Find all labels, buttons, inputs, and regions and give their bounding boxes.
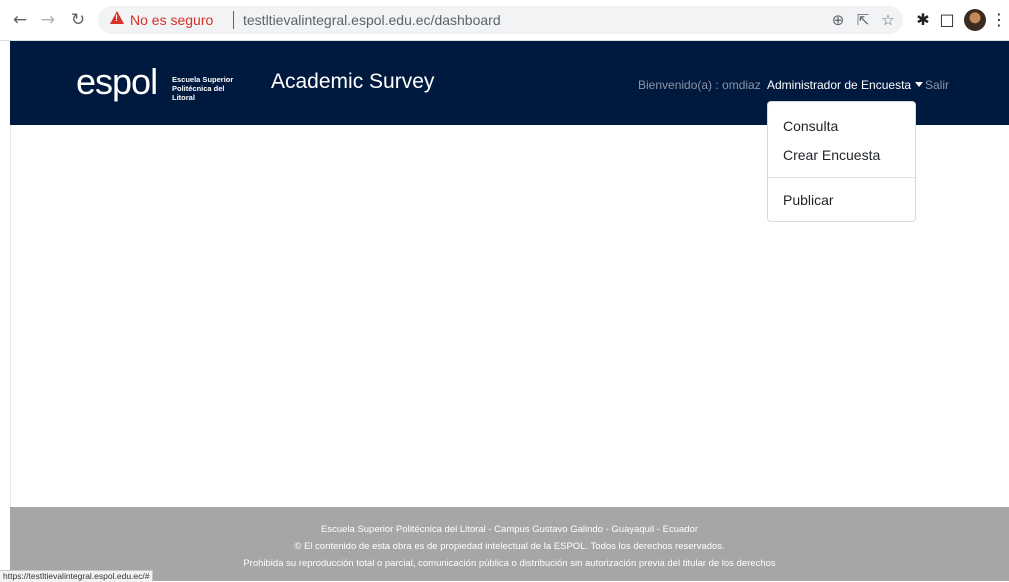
espol-logo[interactable]: espol <box>76 62 158 102</box>
extensions-icon[interactable]: ✱ <box>912 9 934 31</box>
dropdown-divider <box>768 177 915 178</box>
logout-link[interactable]: Salir <box>925 78 949 92</box>
browser-menu-icon[interactable]: ⋮ <box>988 9 1009 31</box>
site-footer: Escuela Superior Politécnica del Litoral… <box>10 507 1009 581</box>
welcome-text: Bienvenido(a) : omdiaz <box>638 78 761 92</box>
menu-item-publicar[interactable]: Publicar <box>783 192 834 208</box>
logo-subtitle-line-2: Politécnica del Litoral <box>172 84 225 102</box>
app-title[interactable]: Academic Survey <box>271 70 434 94</box>
share-icon[interactable]: ⇱ <box>853 10 873 30</box>
security-status[interactable]: No es seguro <box>130 12 213 28</box>
admin-dropdown-menu: Consulta Crear Encuesta Publicar <box>767 101 916 222</box>
logo-subtitle: Escuela Superior Politécnica del Litoral <box>172 75 242 102</box>
zoom-icon[interactable]: ⊕ <box>828 10 848 30</box>
logo-subtitle-line-1: Escuela Superior <box>172 75 234 84</box>
reload-icon[interactable]: ↻ <box>66 8 90 32</box>
browser-status-url: https://testltievalintegral.espol.edu.ec… <box>0 570 154 582</box>
divider <box>233 11 234 29</box>
bookmark-star-icon[interactable]: ☆ <box>878 10 898 30</box>
profile-avatar[interactable] <box>964 9 986 31</box>
footer-line-2: © El contenido de esta obra es de propie… <box>294 541 725 552</box>
back-icon[interactable]: ← <box>8 8 32 32</box>
forward-icon[interactable]: → <box>36 8 60 32</box>
menu-item-consulta[interactable]: Consulta <box>783 118 838 134</box>
footer-line-3: Prohibida su reproducción total o parcia… <box>243 558 776 569</box>
content-border <box>10 125 11 507</box>
caret-down-icon <box>915 82 924 87</box>
menu-item-crear-encuesta[interactable]: Crear Encuesta <box>783 147 880 163</box>
browser-toolbar: ← → ↻ No es seguro testltievalintegral.e… <box>0 0 1009 41</box>
side-panel-icon[interactable]: □ <box>936 9 958 31</box>
address-bar[interactable]: No es seguro testltievalintegral.espol.e… <box>98 6 903 34</box>
admin-menu-toggle[interactable]: Administrador de Encuesta <box>767 78 924 92</box>
warning-icon[interactable] <box>110 11 124 24</box>
url-text[interactable]: testltievalintegral.espol.edu.ec/dashboa… <box>243 12 501 28</box>
admin-menu-label: Administrador de Encuesta <box>767 78 912 92</box>
footer-line-1: Escuela Superior Politécnica del Litoral… <box>320 524 699 535</box>
